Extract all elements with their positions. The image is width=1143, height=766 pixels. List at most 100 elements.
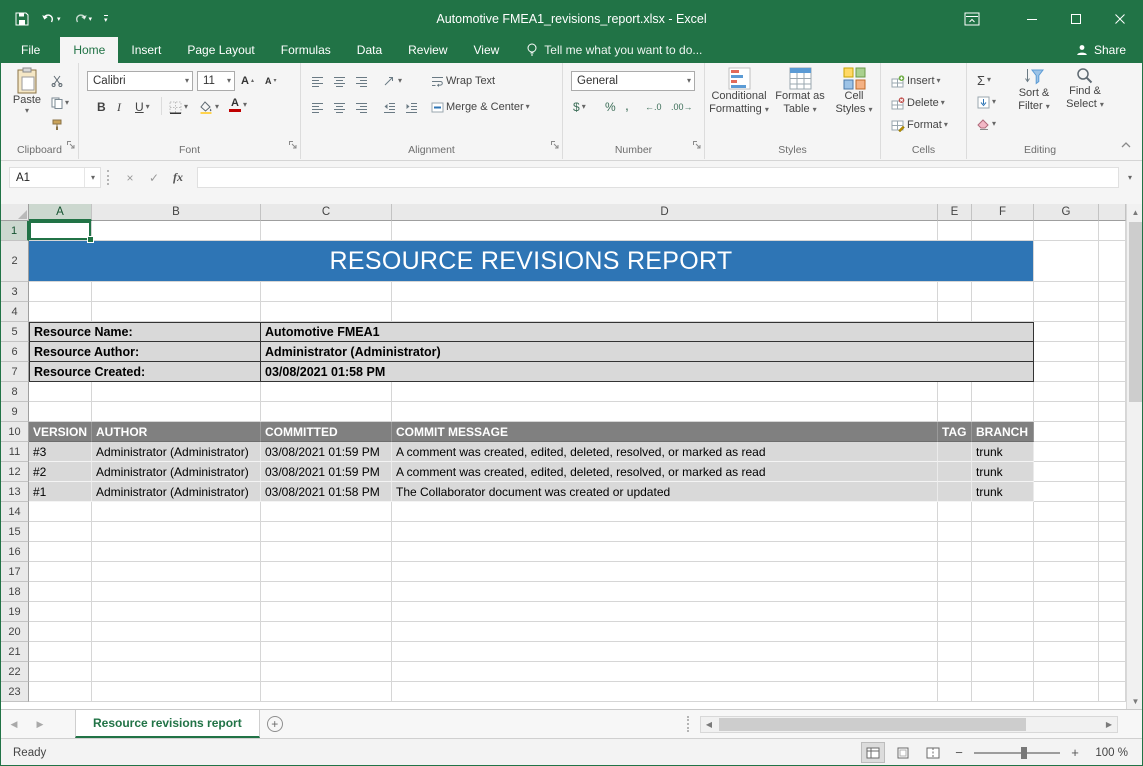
cell-D8[interactable] <box>392 382 938 402</box>
redo-menu-caret-icon[interactable]: ▾ <box>89 16 93 23</box>
row-header-1[interactable]: 1 <box>1 221 29 241</box>
cell-G2[interactable] <box>1034 241 1099 282</box>
cell-D16[interactable] <box>392 542 938 562</box>
tab-scroll-divider[interactable] <box>687 716 690 732</box>
scroll-down-icon[interactable]: ▼ <box>1132 693 1140 709</box>
scroll-left-icon[interactable]: ◀ <box>701 720 717 729</box>
cell-B8[interactable] <box>92 382 261 402</box>
cell-E14[interactable] <box>938 502 972 522</box>
cell-E4[interactable] <box>938 302 972 322</box>
vertical-scroll-thumb[interactable] <box>1129 222 1142 402</box>
cell-B16[interactable] <box>92 542 261 562</box>
increase-indent-button[interactable] <box>403 97 420 117</box>
cell-G14[interactable] <box>1034 502 1099 522</box>
cell-C1[interactable] <box>261 221 392 241</box>
formula-bar-expand-button[interactable]: ▾ <box>1121 167 1139 188</box>
vertical-scrollbar[interactable]: ▲ ▼ <box>1126 204 1143 709</box>
paste-menu-caret-icon[interactable]: ▾ <box>25 107 29 115</box>
cell-A13[interactable]: #1 <box>29 482 92 502</box>
cell-C17[interactable] <box>261 562 392 582</box>
sort-filter-button[interactable]: Sort & Filter ▾ <box>1009 67 1059 113</box>
cell-D3[interactable] <box>392 282 938 302</box>
cell-C19[interactable] <box>261 602 392 622</box>
cell-stub7[interactable] <box>1099 362 1126 382</box>
autosum-button[interactable]: Σ ▾ <box>975 70 993 90</box>
cell-C5[interactable]: Automotive FMEA1 <box>261 322 1034 342</box>
cell-F17[interactable] <box>972 562 1034 582</box>
cell-B14[interactable] <box>92 502 261 522</box>
cell-B12[interactable]: Administrator (Administrator) <box>92 462 261 482</box>
horizontal-scrollbar[interactable]: ◀ ▶ <box>700 716 1118 733</box>
orientation-button[interactable]: ▾ <box>381 71 404 91</box>
cell-G11[interactable] <box>1034 442 1099 462</box>
cell-C22[interactable] <box>261 662 392 682</box>
row-header-7[interactable]: 7 <box>1 362 29 382</box>
cell-stub18[interactable] <box>1099 582 1126 602</box>
cell-A21[interactable] <box>29 642 92 662</box>
cell-A11[interactable]: #3 <box>29 442 92 462</box>
cell-C7[interactable]: 03/08/2021 01:58 PM <box>261 362 1034 382</box>
clipboard-dialog-launcher[interactable] <box>66 137 76 155</box>
cell-stub9[interactable] <box>1099 402 1126 422</box>
cell-B18[interactable] <box>92 582 261 602</box>
decrease-font-size-button[interactable]: A ▾ <box>263 71 279 91</box>
cell-A5[interactable]: Resource Name: <box>29 322 261 342</box>
cell-E11[interactable] <box>938 442 972 462</box>
cell-C14[interactable] <box>261 502 392 522</box>
cell-E15[interactable] <box>938 522 972 542</box>
cell-G5[interactable] <box>1034 322 1099 342</box>
cell-A4[interactable] <box>29 302 92 322</box>
cell-C6[interactable]: Administrator (Administrator) <box>261 342 1034 362</box>
minimize-button[interactable] <box>1010 1 1054 37</box>
cell-D1[interactable] <box>392 221 938 241</box>
cell-E18[interactable] <box>938 582 972 602</box>
format-as-table-button[interactable]: Format as Table ▾ <box>771 67 829 116</box>
cell-stub5[interactable] <box>1099 322 1126 342</box>
sheet-nav-left-icon[interactable]: ◀ <box>1 710 27 738</box>
name-box-caret-icon[interactable]: ▾ <box>85 174 100 182</box>
accounting-format-button[interactable]: $ ▾ <box>571 97 588 117</box>
align-right-button[interactable] <box>353 97 370 117</box>
row-header-11[interactable]: 11 <box>1 442 29 462</box>
sheet-tab-resource-revisions-report[interactable]: Resource revisions report <box>75 710 260 738</box>
row-header-20[interactable]: 20 <box>1 622 29 642</box>
cell-E13[interactable] <box>938 482 972 502</box>
copy-menu-caret-icon[interactable]: ▾ <box>65 99 69 107</box>
row-header-17[interactable]: 17 <box>1 562 29 582</box>
cell-D19[interactable] <box>392 602 938 622</box>
borders-button[interactable]: ▾ <box>167 97 190 117</box>
row-header-14[interactable]: 14 <box>1 502 29 522</box>
cell-C16[interactable] <box>261 542 392 562</box>
scroll-right-icon[interactable]: ▶ <box>1101 720 1117 729</box>
row-header-16[interactable]: 16 <box>1 542 29 562</box>
insert-cells-button[interactable]: Insert ▾ <box>889 71 943 91</box>
cell-B13[interactable]: Administrator (Administrator) <box>92 482 261 502</box>
redo-button[interactable]: ▾ <box>73 13 93 25</box>
cell-stub6[interactable] <box>1099 342 1126 362</box>
cell-G3[interactable] <box>1034 282 1099 302</box>
cell-B19[interactable] <box>92 602 261 622</box>
cell-G21[interactable] <box>1034 642 1099 662</box>
row-header-8[interactable]: 8 <box>1 382 29 402</box>
font-name-select[interactable]: Calibri ▾ <box>87 71 193 91</box>
align-left-button[interactable] <box>309 97 326 117</box>
cell-stub10[interactable] <box>1099 422 1126 442</box>
cell-A20[interactable] <box>29 622 92 642</box>
cell-F8[interactable] <box>972 382 1034 402</box>
cell-stub11[interactable] <box>1099 442 1126 462</box>
cell-A23[interactable] <box>29 682 92 702</box>
cell-E9[interactable] <box>938 402 972 422</box>
cancel-entry-button[interactable]: × <box>119 167 141 188</box>
fill-button[interactable]: ▾ <box>975 92 998 112</box>
cell-F20[interactable] <box>972 622 1034 642</box>
cell-B15[interactable] <box>92 522 261 542</box>
page-layout-view-button[interactable] <box>892 743 914 762</box>
cell-stub3[interactable] <box>1099 282 1126 302</box>
cell-B3[interactable] <box>92 282 261 302</box>
cell-E8[interactable] <box>938 382 972 402</box>
cell-stub13[interactable] <box>1099 482 1126 502</box>
underline-button[interactable]: U ▾ <box>133 97 152 117</box>
bottom-align-button[interactable] <box>353 71 370 91</box>
decrease-decimal-button[interactable]: .00→ <box>669 97 695 117</box>
number-format-select[interactable]: General ▾ <box>571 71 695 91</box>
